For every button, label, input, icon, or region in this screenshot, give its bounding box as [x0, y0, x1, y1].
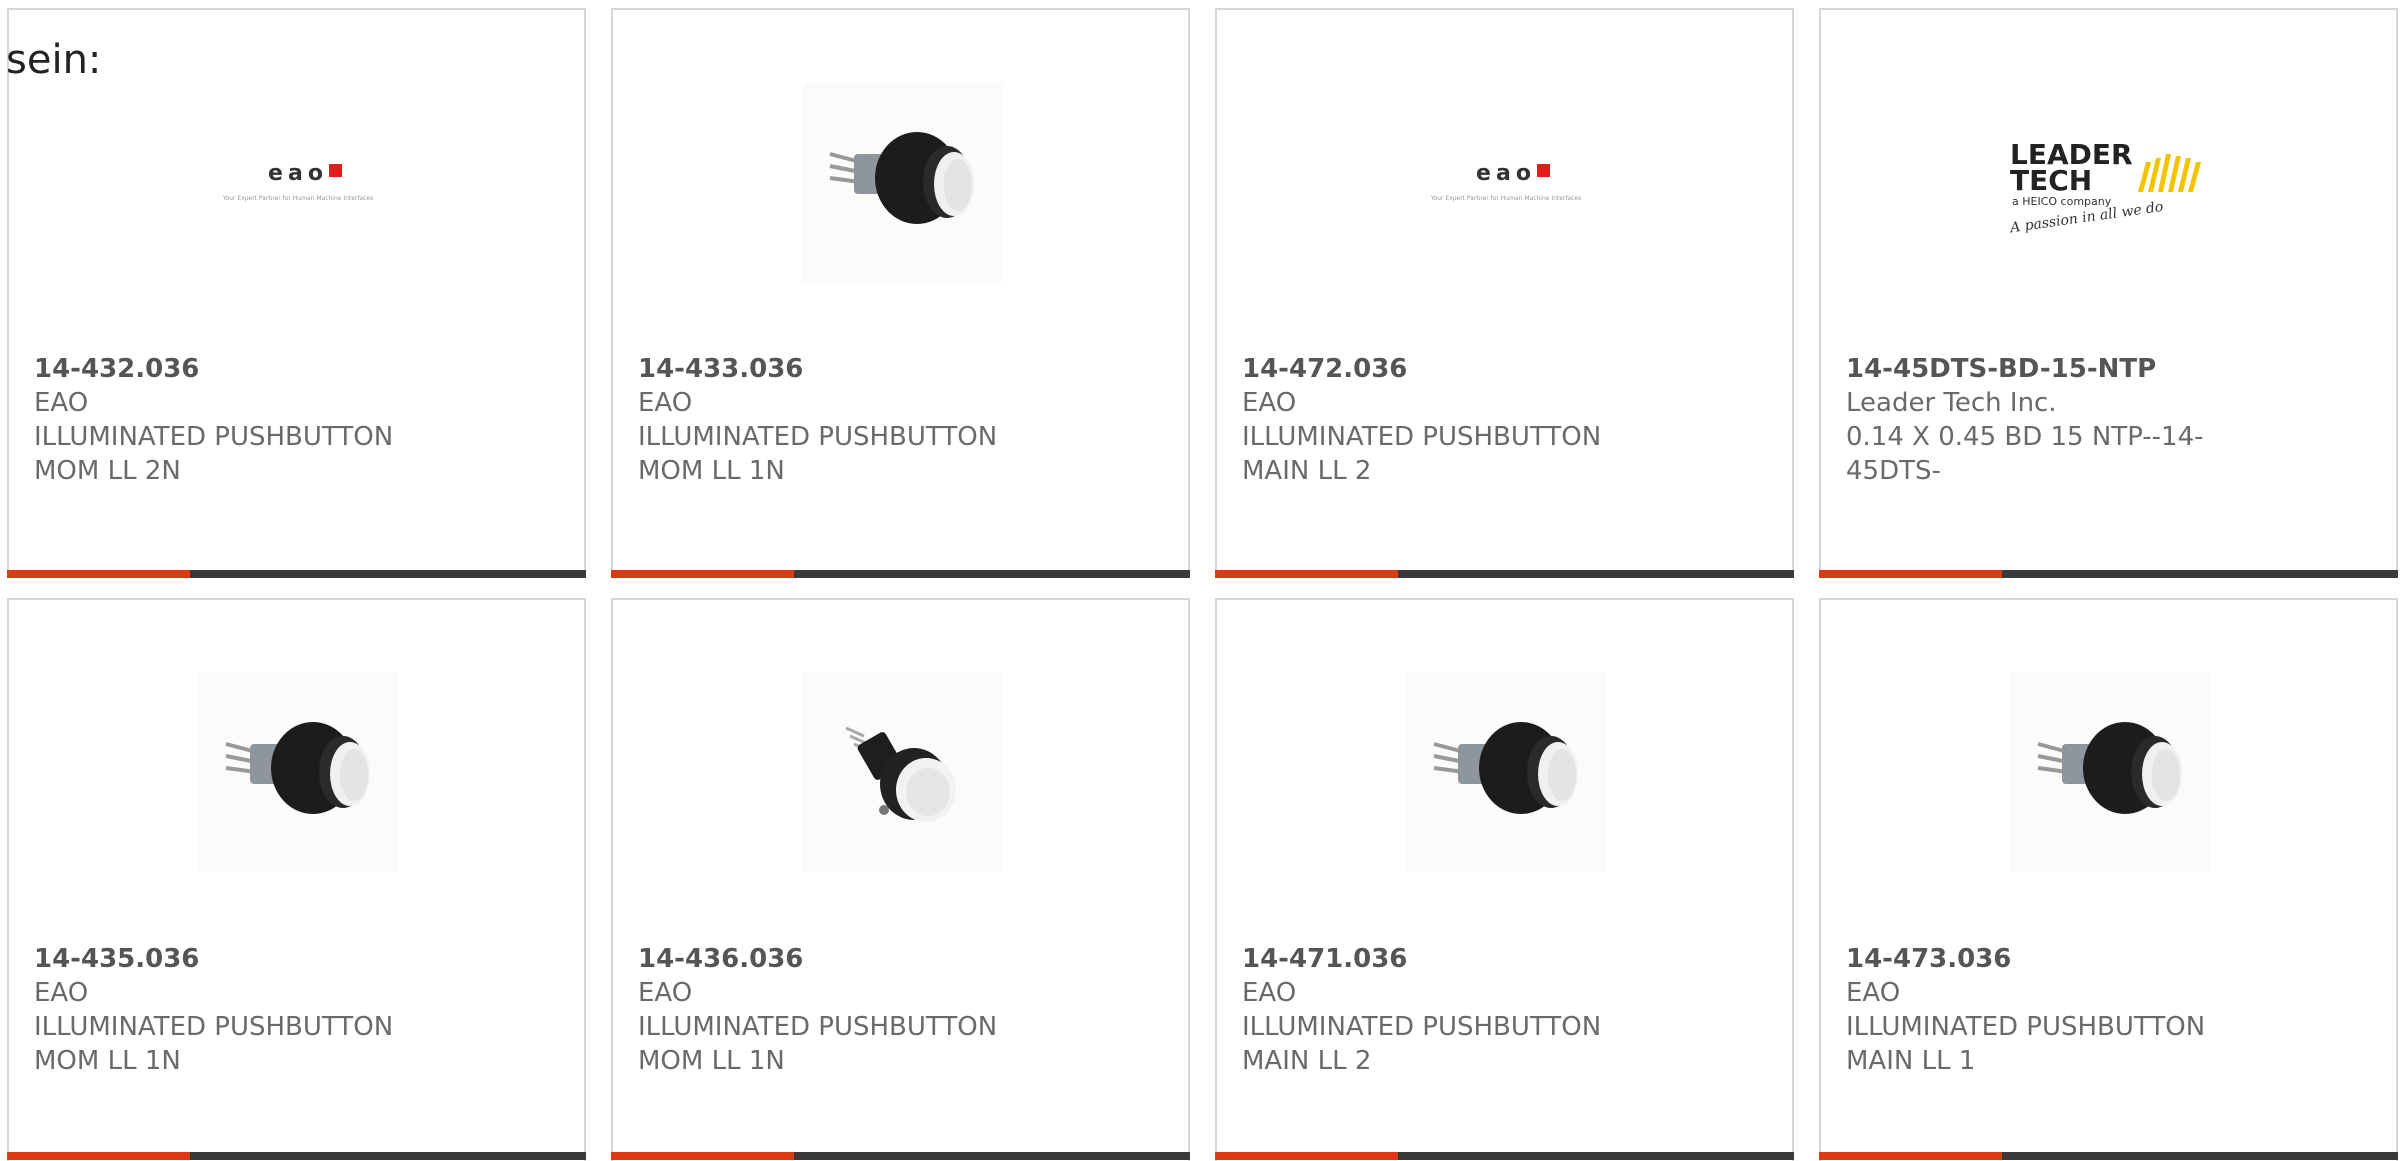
product-info: 14-436.036 EAO ILLUMINATED PUSHBUTTON MO… — [638, 942, 1108, 1078]
product-card[interactable]: eao Your Expert Partner for Human Machin… — [7, 8, 586, 578]
description: 0.14 X 0.45 BD 15 NTP--14-45DTS- — [1846, 422, 2204, 486]
intro-text: sein: — [6, 37, 102, 83]
description: ILLUMINATED PUSHBUTTON MAIN LL 2 — [1242, 1012, 1602, 1076]
description: ILLUMINATED PUSHBUTTON MAIN LL 2 — [1242, 422, 1602, 486]
part-number[interactable]: 14-473.036 — [1846, 942, 2316, 976]
product-image[interactable] — [2010, 672, 2210, 872]
product-card[interactable]: 14-435.036 EAO ILLUMINATED PUSHBUTTON MO… — [7, 598, 586, 1161]
card-accent-bar — [611, 1152, 1190, 1160]
logo-brand: eao — [268, 161, 328, 186]
pushbutton-icon — [802, 82, 1002, 282]
manufacturer: EAO — [1846, 978, 1901, 1008]
product-image[interactable] — [198, 672, 398, 872]
description: ILLUMINATED PUSHBUTTON MOM LL 1N — [638, 1012, 998, 1076]
manufacturer: EAO — [1242, 978, 1297, 1008]
product-info: 14-435.036 EAO ILLUMINATED PUSHBUTTON MO… — [34, 942, 504, 1078]
description: ILLUMINATED PUSHBUTTON MOM LL 2N — [34, 422, 394, 486]
part-number[interactable]: 14-471.036 — [1242, 942, 1712, 976]
manufacturer: EAO — [1242, 388, 1297, 418]
product-image[interactable] — [802, 82, 1002, 282]
logo-brand: eao — [1476, 161, 1536, 186]
part-number[interactable]: 14-472.036 — [1242, 352, 1712, 386]
logo-line2: TECH — [2010, 164, 2092, 197]
leadertech-logo-icon: LEADER TECH a HEICO company A passion in… — [2010, 138, 2201, 237]
product-info: 14-472.036 EAO ILLUMINATED PUSHBUTTON MA… — [1242, 352, 1712, 488]
eao-logo-icon: eao Your Expert Partner for Human Machin… — [222, 161, 374, 202]
product-image[interactable] — [802, 672, 1002, 872]
logo-tagline: Your Expert Partner for Human Machine In… — [1430, 195, 1582, 202]
manufacturer: Leader Tech Inc. — [1846, 388, 2057, 418]
card-accent-bar — [7, 1152, 586, 1160]
product-info: 14-45DTS-BD-15-NTP Leader Tech Inc. 0.14… — [1846, 352, 2316, 488]
card-accent-bar — [1819, 1152, 2398, 1160]
part-number[interactable]: 14-433.036 — [638, 352, 1108, 386]
pushbutton-icon — [2010, 672, 2210, 872]
part-number[interactable]: 14-432.036 — [34, 352, 504, 386]
manufacturer: EAO — [34, 388, 89, 418]
product-card[interactable]: 14-433.036 EAO ILLUMINATED PUSHBUTTON MO… — [611, 8, 1190, 578]
product-card[interactable]: 14-471.036 EAO ILLUMINATED PUSHBUTTON MA… — [1215, 598, 1794, 1161]
part-number[interactable]: 14-45DTS-BD-15-NTP — [1846, 352, 2316, 386]
card-accent-bar — [611, 570, 1190, 578]
description: ILLUMINATED PUSHBUTTON MOM LL 1N — [34, 1012, 394, 1076]
product-image[interactable] — [1406, 672, 1606, 872]
pushbutton-icon — [198, 672, 398, 872]
product-image[interactable]: eao Your Expert Partner for Human Machin… — [198, 82, 398, 282]
product-image[interactable]: LEADER TECH a HEICO company A passion in… — [2010, 82, 2210, 282]
product-info: 14-433.036 EAO ILLUMINATED PUSHBUTTON MO… — [638, 352, 1108, 488]
product-info: 14-432.036 EAO ILLUMINATED PUSHBUTTON MO… — [34, 352, 504, 488]
eao-logo-icon: eao Your Expert Partner for Human Machin… — [1430, 161, 1582, 202]
pushbutton-icon — [1406, 672, 1606, 872]
logo-line3: a HEICO company — [2012, 195, 2112, 208]
product-grid-page: sein: eao Your Expert Partner for Human … — [0, 0, 2400, 1161]
part-number[interactable]: 14-436.036 — [638, 942, 1108, 976]
product-info: 14-471.036 EAO ILLUMINATED PUSHBUTTON MA… — [1242, 942, 1712, 1078]
product-card[interactable]: eao Your Expert Partner for Human Machin… — [1215, 8, 1794, 578]
card-accent-bar — [7, 570, 586, 578]
card-accent-bar — [1819, 570, 2398, 578]
product-image[interactable]: eao Your Expert Partner for Human Machin… — [1406, 82, 1606, 282]
part-number[interactable]: 14-435.036 — [34, 942, 504, 976]
manufacturer: EAO — [638, 978, 693, 1008]
product-card[interactable]: 14-436.036 EAO ILLUMINATED PUSHBUTTON MO… — [611, 598, 1190, 1161]
card-accent-bar — [1215, 570, 1794, 578]
pushbutton-small-icon — [802, 672, 1002, 872]
description: ILLUMINATED PUSHBUTTON MAIN LL 1 — [1846, 1012, 2206, 1076]
product-card[interactable]: 14-473.036 EAO ILLUMINATED PUSHBUTTON MA… — [1819, 598, 2398, 1161]
card-accent-bar — [1215, 1152, 1794, 1160]
product-card[interactable]: LEADER TECH a HEICO company A passion in… — [1819, 8, 2398, 578]
logo-tagline: Your Expert Partner for Human Machine In… — [222, 195, 374, 202]
product-info: 14-473.036 EAO ILLUMINATED PUSHBUTTON MA… — [1846, 942, 2316, 1078]
manufacturer: EAO — [638, 388, 693, 418]
description: ILLUMINATED PUSHBUTTON MOM LL 1N — [638, 422, 998, 486]
manufacturer: EAO — [34, 978, 89, 1008]
